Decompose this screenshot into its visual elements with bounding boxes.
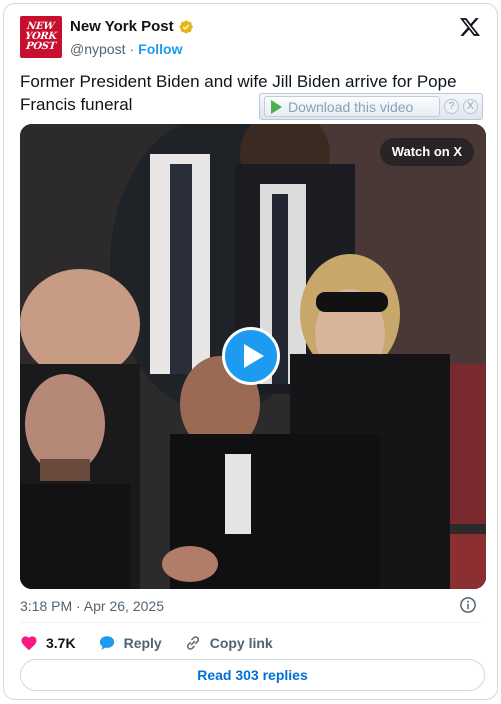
- video-player[interactable]: Watch on X: [20, 124, 486, 589]
- copy-link-button[interactable]: Copy link: [184, 634, 273, 652]
- info-icon[interactable]: [459, 596, 477, 614]
- new-york-post-logo[interactable]: NEW YORK POST: [20, 16, 62, 58]
- like-count: 3.7K: [46, 635, 76, 651]
- read-replies-button[interactable]: Read 303 replies: [20, 659, 485, 691]
- x-logo-icon[interactable]: [459, 16, 481, 38]
- account-handle[interactable]: @nypost: [70, 41, 125, 57]
- separator-dot: ·: [129, 41, 135, 57]
- reply-label: Reply: [123, 635, 162, 651]
- action-bar: 3.7K Reply Copy link: [20, 632, 295, 654]
- logo-line-3: POST: [25, 41, 57, 52]
- play-icon: [243, 344, 264, 368]
- account-name-row: New York Post: [70, 18, 194, 35]
- footer-divider: [20, 622, 481, 623]
- heart-icon: [21, 636, 37, 651]
- handle-row: @nypost · Follow: [70, 41, 182, 57]
- play-button[interactable]: [222, 327, 280, 385]
- download-video-button[interactable]: Download this video: [264, 96, 440, 117]
- reply-button[interactable]: Reply: [98, 634, 162, 652]
- help-icon[interactable]: ?: [444, 99, 459, 114]
- link-icon: [186, 636, 199, 650]
- verified-badge-icon: [179, 19, 193, 34]
- download-play-icon: [271, 99, 282, 114]
- copy-link-label: Copy link: [209, 635, 273, 651]
- watch-on-x-button[interactable]: Watch on X: [379, 138, 474, 166]
- download-video-bar: Download this video ? X: [259, 93, 483, 120]
- reply-bubble-icon: [99, 636, 114, 650]
- account-name[interactable]: New York Post: [70, 18, 174, 35]
- close-icon[interactable]: X: [463, 99, 478, 114]
- follow-button[interactable]: Follow: [138, 41, 182, 57]
- download-video-label: Download this video: [288, 98, 414, 115]
- like-button[interactable]: 3.7K: [20, 634, 76, 652]
- tweet-timestamp[interactable]: 3:18 PM · Apr 26, 2025: [20, 598, 164, 614]
